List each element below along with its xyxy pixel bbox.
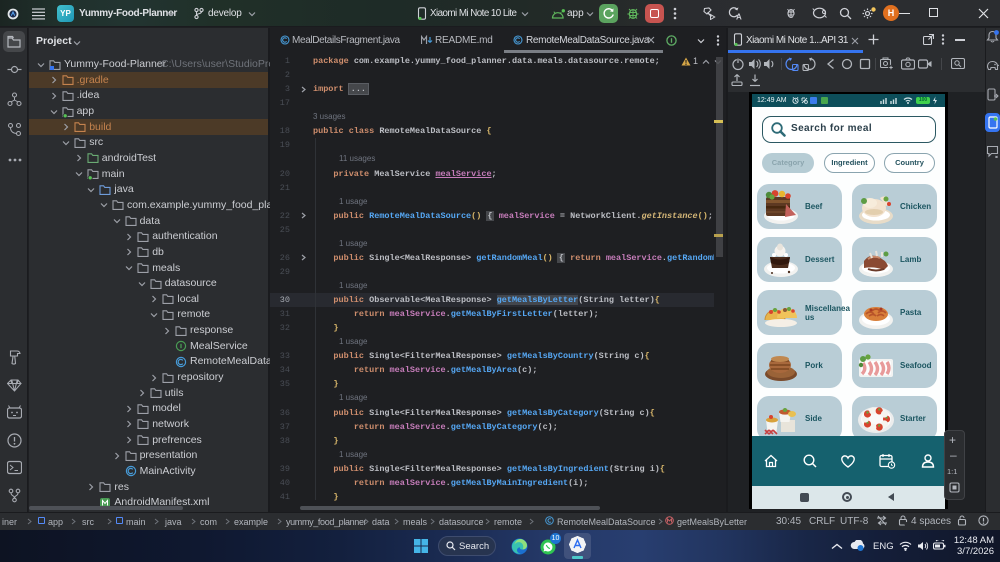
svg-text:A: A (736, 13, 742, 21)
